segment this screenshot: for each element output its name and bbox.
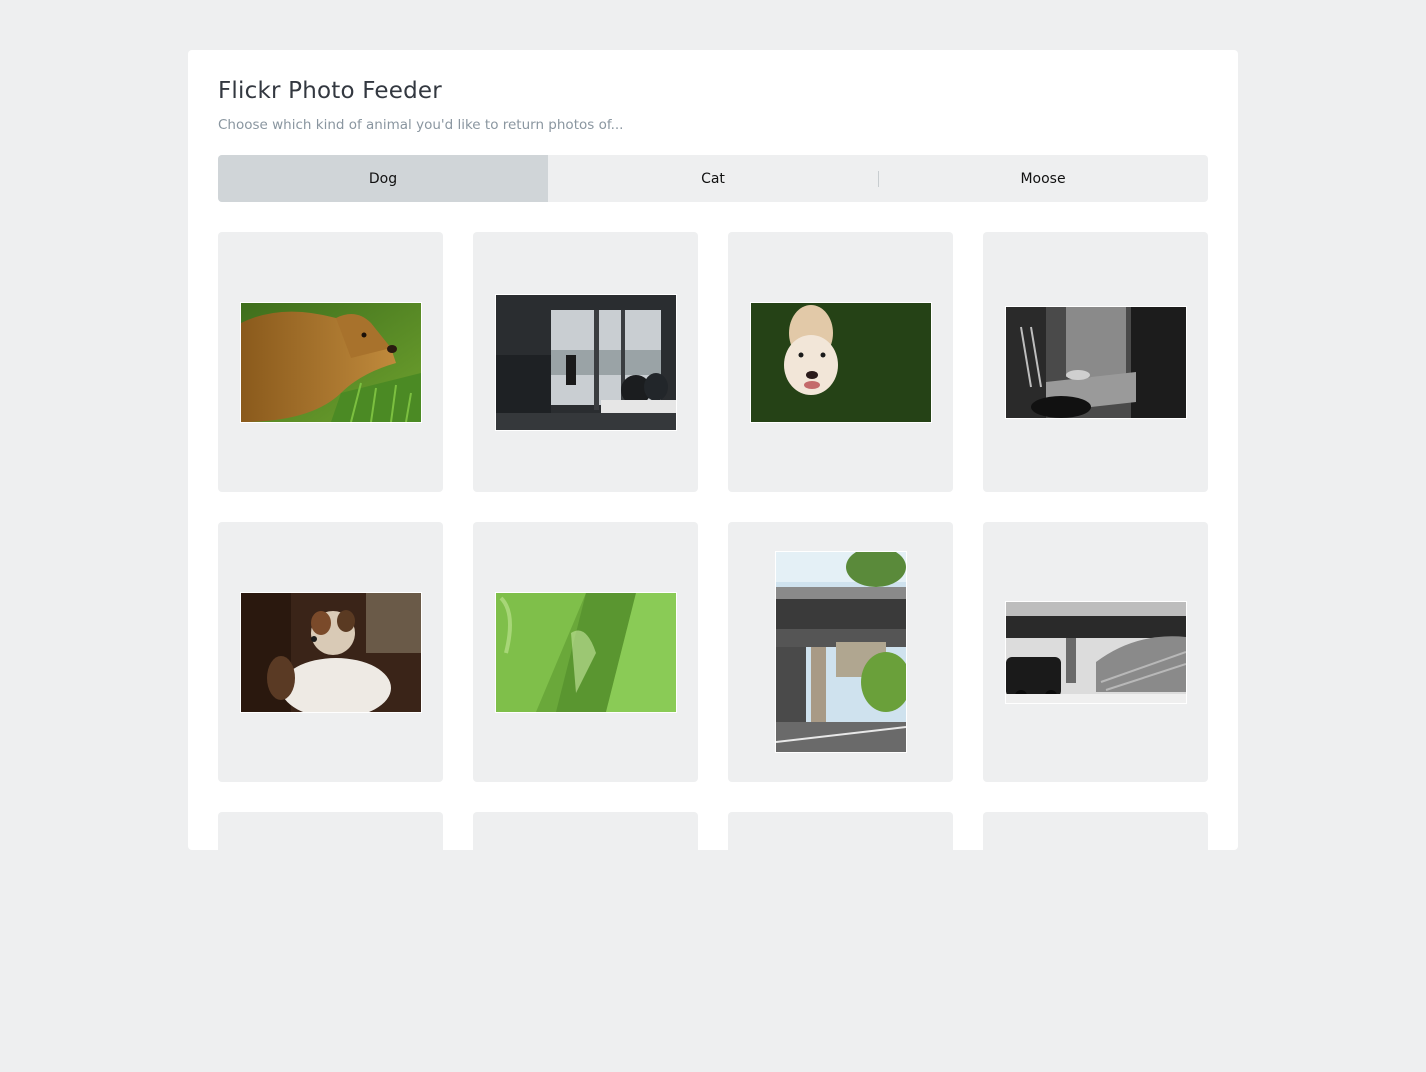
photo-tile[interactable] [983,232,1208,492]
photo-tile[interactable] [728,232,953,492]
photo-dog-balcony[interactable] [495,294,676,430]
photo-tile[interactable] [473,232,698,492]
photo-tile[interactable] [218,232,443,492]
photo-tile[interactable] [473,812,698,1072]
tab-moose[interactable]: Moose [878,155,1208,202]
feeder-card: Flickr Photo Feeder Choose which kind of… [188,50,1238,1072]
photo-tile[interactable] [983,812,1208,1072]
photo-tile[interactable] [983,522,1208,782]
photo-golden-retriever[interactable] [240,302,421,422]
photo-grid [218,232,1208,1072]
photo-tile[interactable] [473,522,698,782]
photo-bw-cat[interactable] [1005,306,1186,418]
tab-cat[interactable]: Cat [548,155,878,202]
page-title: Flickr Photo Feeder [218,78,442,104]
photo-bw-overpass[interactable] [1005,601,1186,703]
tab-dog[interactable]: Dog [218,155,548,202]
animal-tabs: Dog Cat Moose [218,155,1208,202]
photo-overpass[interactable] [775,552,906,752]
photo-tile[interactable] [218,812,443,1072]
photo-white-dog[interactable] [750,302,931,422]
photo-green-glass[interactable] [495,592,676,712]
page-subtitle: Choose which kind of animal you'd like t… [218,117,624,133]
photo-tile[interactable] [218,522,443,782]
photo-tile[interactable] [728,812,953,1072]
photo-fluffy-terrier[interactable] [240,592,421,712]
photo-tile[interactable] [728,522,953,782]
